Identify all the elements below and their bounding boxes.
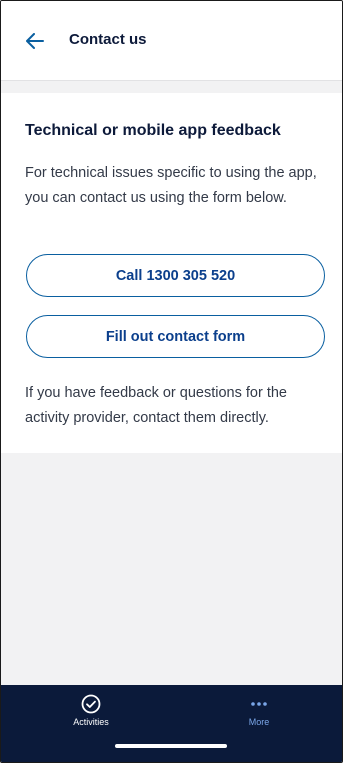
card-title: Technical or mobile app feedback [25,122,281,139]
home-indicator[interactable] [115,744,227,748]
check-circle-icon [81,694,101,714]
arrow-left-icon [26,33,44,49]
tab-label-activities: Activities [73,717,109,727]
tab-label-more: More [248,717,270,727]
more-dots-icon [251,702,267,706]
contact-form-button[interactable]: Fill out contact form [26,315,325,358]
app-screen: Contact us Technical or mobile app feedb… [0,0,343,763]
feedback-card: Technical or mobile app feedback For tec… [1,93,342,453]
top-app-bar: Contact us [1,1,342,81]
page-title: Contact us [69,31,147,48]
tab-more[interactable]: More [219,691,299,727]
card-description: For technical issues specific to using t… [25,165,317,206]
bottom-tab-bar: Activities More [1,685,342,762]
call-phone-button[interactable]: Call 1300 305 520 [26,254,325,297]
tab-activities[interactable]: Activities [51,691,131,727]
back-button[interactable] [23,29,47,53]
provider-note: If you have feedback or questions for th… [25,385,287,426]
